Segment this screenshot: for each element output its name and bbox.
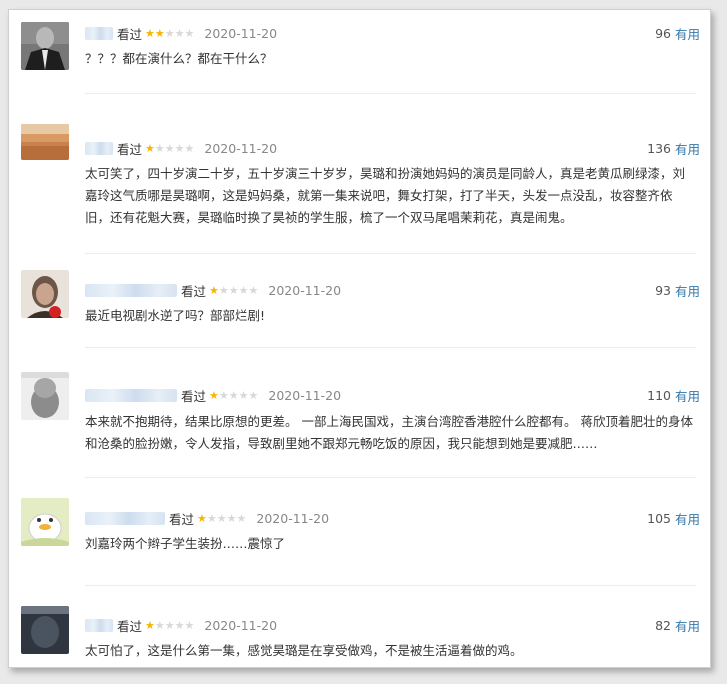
star-filled-icon: ★ (145, 141, 155, 155)
star-filled-icon: ★ (197, 511, 207, 525)
useful-button[interactable]: 有用 (675, 386, 700, 405)
avatar[interactable] (21, 22, 69, 70)
username-blurred[interactable] (85, 388, 177, 402)
vote-area: 110 有用 (647, 385, 700, 405)
comment-date: 2020-11-20 (268, 387, 342, 403)
comment-list: 看过 ★ ★ ★ ★ ★ 2020-11-20 96 有用 ？？？都在演什么？都… (8, 9, 711, 668)
comment-item: 看过 ★ ★ ★ ★ ★ 2020-11-20 96 有用 ？？？都在演什么？都… (9, 10, 710, 94)
star-empty-icon: ★ (218, 283, 229, 297)
star-empty-icon: ★ (236, 511, 247, 525)
star-empty-icon: ★ (184, 26, 195, 40)
username-blurred[interactable] (85, 283, 177, 297)
comment-text: 最近电视剧水逆了吗？部部烂剧! (85, 308, 266, 323)
vote-area: 136 有用 (647, 138, 700, 158)
comment-item: 看过 ★ ★ ★ ★ ★ 2020-11-20 105 有用 刘嘉玲两个辫子学生… (9, 478, 710, 586)
star-empty-icon: ★ (248, 283, 259, 297)
comment-date: 2020-11-20 (204, 617, 278, 633)
vote-area: 96 有用 (655, 23, 700, 43)
rating-stars: ★ ★ ★ ★ ★ (145, 620, 194, 631)
watched-label: 看过 (181, 388, 207, 404)
vote-count: 82 (655, 617, 671, 633)
star-empty-icon: ★ (164, 618, 175, 632)
star-filled-icon: ★ (209, 283, 219, 297)
comment-date: 2020-11-20 (256, 510, 330, 526)
vote-count: 110 (647, 387, 671, 403)
watched-label: 看过 (181, 283, 207, 299)
comment-item: 看过 ★ ★ ★ ★ ★ 2020-11-20 93 有用 最近电视剧水逆了吗？… (9, 254, 710, 348)
useful-button[interactable]: 有用 (675, 616, 700, 635)
star-empty-icon: ★ (184, 141, 195, 155)
avatar[interactable] (21, 498, 69, 546)
comment-date: 2020-11-20 (204, 25, 278, 41)
avatar[interactable] (21, 124, 69, 160)
useful-button[interactable]: 有用 (675, 139, 700, 158)
comment-text: 刘嘉玲两个辫子学生装扮……震惊了 (85, 536, 286, 551)
star-empty-icon: ★ (164, 141, 175, 155)
comment-item: 看过 ★ ★ ★ ★ ★ 2020-11-20 136 有用 太可笑了，四十岁演… (9, 94, 710, 254)
star-empty-icon: ★ (184, 618, 195, 632)
avatar[interactable] (21, 606, 69, 654)
comment-meta: 看过 ★ ★ ★ ★ ★ 2020-11-20 (85, 23, 277, 43)
comment-date: 2020-11-20 (204, 140, 278, 156)
comment-meta: 看过 ★ ★ ★ ★ ★ 2020-11-20 (85, 615, 277, 635)
star-filled-icon: ★ (154, 26, 165, 40)
username-blurred[interactable] (85, 141, 113, 155)
star-empty-icon: ★ (218, 388, 229, 402)
vote-count: 105 (647, 510, 671, 526)
star-filled-icon: ★ (145, 26, 155, 40)
rating-stars: ★ ★ ★ ★ ★ (209, 390, 258, 401)
star-empty-icon: ★ (154, 618, 165, 632)
star-empty-icon: ★ (216, 511, 227, 525)
comment-meta: 看过 ★ ★ ★ ★ ★ 2020-11-20 (85, 508, 329, 528)
comment-meta: 看过 ★ ★ ★ ★ ★ 2020-11-20 (85, 138, 277, 158)
vote-count: 136 (647, 140, 671, 156)
comment-text: 太可怕了，这是什么第一集，感觉昊璐是在享受做鸡，不是被生活逼着做的鸡。 (85, 643, 523, 658)
comment-text: 本来就不抱期待，结果比原想的更差。 一部上海民国戏，主演台湾腔香港腔什么腔都有。… (85, 414, 693, 451)
vote-area: 105 有用 (647, 508, 700, 528)
comment-item: 看过 ★ ★ ★ ★ ★ 2020-11-20 82 有用 太可怕了，这是什么第… (9, 586, 710, 667)
watched-label: 看过 (117, 618, 143, 634)
star-empty-icon: ★ (238, 388, 249, 402)
star-empty-icon: ★ (154, 141, 165, 155)
comment-text: ？？？都在演什么？都在干什么？ (85, 51, 273, 66)
useful-button[interactable]: 有用 (675, 509, 700, 528)
vote-area: 93 有用 (655, 280, 700, 300)
watched-label: 看过 (117, 26, 143, 42)
star-empty-icon: ★ (164, 26, 175, 40)
avatar[interactable] (21, 372, 69, 420)
watched-label: 看过 (169, 511, 195, 527)
username-blurred[interactable] (85, 511, 165, 525)
watched-label: 看过 (117, 141, 143, 157)
star-empty-icon: ★ (174, 26, 185, 40)
rating-stars: ★ ★ ★ ★ ★ (145, 28, 194, 39)
star-empty-icon: ★ (238, 283, 249, 297)
comment-text: 太可笑了，四十岁演二十岁，五十岁演三十岁岁，昊璐和扮演她妈妈的演员是同龄人，真是… (85, 166, 686, 225)
vote-count: 96 (655, 25, 671, 41)
star-empty-icon: ★ (174, 141, 185, 155)
rating-stars: ★ ★ ★ ★ ★ (145, 143, 194, 154)
star-empty-icon: ★ (228, 283, 239, 297)
star-empty-icon: ★ (248, 388, 259, 402)
useful-button[interactable]: 有用 (675, 24, 700, 43)
comment-date: 2020-11-20 (268, 282, 342, 298)
username-blurred[interactable] (85, 618, 113, 632)
comment-meta: 看过 ★ ★ ★ ★ ★ 2020-11-20 (85, 280, 341, 300)
rating-stars: ★ ★ ★ ★ ★ (209, 285, 258, 296)
useful-button[interactable]: 有用 (675, 281, 700, 300)
comment-meta: 看过 ★ ★ ★ ★ ★ 2020-11-20 (85, 385, 341, 405)
rating-stars: ★ ★ ★ ★ ★ (197, 513, 246, 524)
star-empty-icon: ★ (226, 511, 237, 525)
star-filled-icon: ★ (145, 618, 155, 632)
star-empty-icon: ★ (228, 388, 239, 402)
star-empty-icon: ★ (174, 618, 185, 632)
star-filled-icon: ★ (209, 388, 219, 402)
star-empty-icon: ★ (206, 511, 217, 525)
vote-count: 93 (655, 282, 671, 298)
vote-area: 82 有用 (655, 615, 700, 635)
avatar[interactable] (21, 270, 69, 318)
comment-item: 看过 ★ ★ ★ ★ ★ 2020-11-20 110 有用 本来就不抱期待，结… (9, 348, 710, 478)
username-blurred[interactable] (85, 26, 113, 40)
